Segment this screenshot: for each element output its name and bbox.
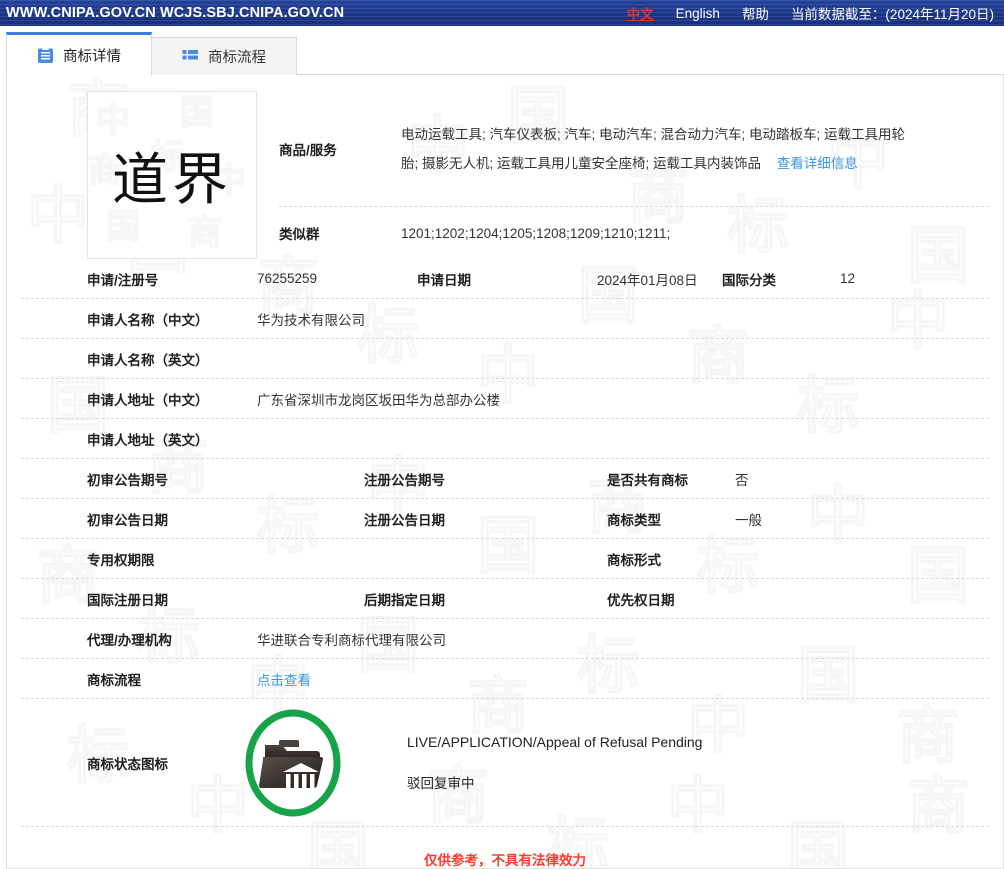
later-designation-date-label: 后期指定日期: [364, 592, 445, 608]
trademark-status-texts: LIVE/APPLICATION/Appeal of Refusal Pendi…: [407, 734, 702, 792]
applicant-address-en-label: 申请人地址（英文）: [87, 432, 209, 448]
international-reg-date-label: 国际注册日期: [87, 592, 168, 608]
row-registration-number: 申请/注册号 76255259 申请日期 2024年01月08日 国际分类 12: [21, 259, 989, 299]
trademark-detail-card: 商 标 中 国 中 国 商 标 中 国 商 标 中 国 商 标 中 国 商 标 …: [6, 75, 1004, 869]
goods-services-value: 电动运载工具; 汽车仪表板; 汽车; 电动汽车; 混合动力汽车; 电动踏板车; …: [401, 120, 989, 178]
trademark-process-label: 商标流程: [87, 672, 141, 688]
registration-date-label: 注册公告日期: [364, 512, 445, 528]
detail-fields-container: 中 国 商 标 中 国 商 道界 商品/服务 电动运载工具; 汽车仪表板; 汽车…: [7, 75, 1003, 868]
row-applicant-name-en: 申请人名称（英文）: [21, 339, 989, 379]
applicant-address-cn-value: 广东省深圳市龙岗区坂田华为总部办公楼: [257, 392, 500, 408]
agent-organization-value: 华进联合专利商标代理有限公司: [257, 632, 446, 648]
data-asof-text: 当前数据截至：(2024年11月20日): [790, 7, 994, 22]
language-chinese-link[interactable]: 中文: [627, 3, 654, 23]
trademark-status-label: 商标状态图标: [87, 756, 168, 772]
agent-organization-label: 代理/办理机构: [87, 632, 172, 648]
top-header-bar: WWW.CNIPA.GOV.CN WCJS.SBJ.CNIPA.GOV.CN 中…: [0, 0, 1004, 26]
registration-issue-label: 注册公告期号: [364, 472, 445, 488]
mark-type-label: 商标类型: [607, 512, 661, 528]
tab-trademark-details[interactable]: 商标详情: [6, 32, 152, 76]
tab-trademark-process-label: 商标流程: [208, 50, 266, 66]
applicant-name-cn-label: 申请人名称（中文）: [87, 312, 209, 328]
row-international-reg-date: 国际注册日期 后期指定日期 优先权日期: [21, 579, 989, 619]
list-blocks-icon: [182, 48, 199, 65]
applicant-name-cn-value: 华为技术有限公司: [257, 312, 365, 328]
site-domains-text: WWW.CNIPA.GOV.CN WCJS.SBJ.CNIPA.GOV.CN: [6, 5, 345, 21]
registration-number-label: 申请/注册号: [87, 272, 159, 288]
international-class-label: 国际分类: [722, 272, 776, 288]
applicant-address-cn-label: 申请人地址（中文）: [87, 392, 209, 408]
trademark-status-english: LIVE/APPLICATION/Appeal of Refusal Pendi…: [407, 733, 703, 750]
mark-form-label: 商标形式: [607, 552, 661, 568]
preliminary-issue-label: 初审公告期号: [87, 472, 168, 488]
row-applicant-name-cn: 申请人名称（中文） 华为技术有限公司: [21, 299, 989, 339]
trademark-image-text: 道界: [112, 147, 232, 213]
row-trademark-process: 商标流程 点击查看: [21, 659, 989, 699]
row-agent-organization: 代理/办理机构 华进联合专利商标代理有限公司: [21, 619, 989, 659]
goods-services-line-1: 电动运载工具; 汽车仪表板; 汽车; 电动汽车; 混合动力汽车; 电动踏板车; …: [401, 126, 906, 142]
help-link[interactable]: 帮助: [742, 3, 769, 23]
similar-group-row: 类似群 1201;1202;1204;1205;1208;1209;1210;1…: [279, 207, 989, 259]
legal-disclaimer: 仅供参考，不具有法律效力: [424, 853, 586, 868]
tab-strip: 商标详情 商标流程: [0, 26, 1004, 76]
exclusive-period-label: 专用权期限: [87, 552, 155, 568]
tab-trademark-process[interactable]: 商标流程: [151, 37, 297, 75]
similar-group-value: 1201;1202;1204;1205;1208;1209;1210;1211;: [401, 225, 671, 241]
goods-services-row: 商品/服务 电动运载工具; 汽车仪表板; 汽车; 电动汽车; 混合动力汽车; 电…: [279, 91, 989, 207]
is-shared-mark-label: 是否共有商标: [607, 472, 688, 488]
row-preliminary-issue: 初审公告期号 注册公告期号 是否共有商标 否: [21, 459, 989, 499]
trademark-process-link[interactable]: 点击查看: [257, 669, 311, 689]
goods-and-group-column: 商品/服务 电动运载工具; 汽车仪表板; 汽车; 电动汽车; 混合动力汽车; 电…: [279, 91, 989, 259]
mark-type-value: 一般: [735, 512, 762, 528]
registration-number-value: 76255259: [257, 271, 318, 286]
clipboard-icon: [37, 46, 54, 64]
goods-services-line-2: 胎; 摄影无人机; 运载工具用儿童安全座椅; 运载工具内装饰品: [401, 155, 762, 171]
tab-trademark-details-label: 商标详情: [63, 48, 121, 65]
trademark-image: 中 国 商 标 中 国 商 道界: [87, 91, 257, 259]
top-header-right-group: 中文 English 帮助 当前数据截至：(2024年11月20日): [627, 0, 994, 26]
priority-date-label: 优先权日期: [607, 592, 675, 608]
row-trademark-status: 商标状态图标 LIVE/APPLICATION/Appeal of Refusa…: [21, 699, 989, 827]
row-exclusive-period: 专用权期限 商标形式: [21, 539, 989, 579]
trademark-status-chinese: 驳回复审中: [407, 775, 475, 791]
goods-services-line-2-wrap: 胎; 摄影无人机; 运载工具用儿童安全座椅; 运载工具内装饰品 查看详细信息: [401, 149, 989, 178]
view-detail-link[interactable]: 查看详细信息: [777, 156, 858, 171]
row-preliminary-date: 初审公告日期 注册公告日期 商标类型 一般: [21, 499, 989, 539]
is-shared-mark-value: 否: [735, 472, 749, 488]
folder-courthouse-status-icon: [239, 709, 347, 817]
mark-and-goods-block: 中 国 商 标 中 国 商 道界 商品/服务 电动运载工具; 汽车仪表板; 汽车…: [21, 75, 989, 259]
application-date-value: 2024年01月08日: [597, 272, 698, 288]
goods-services-label: 商品/服务: [279, 142, 337, 158]
applicant-name-en-label: 申请人名称（英文）: [87, 352, 209, 368]
row-applicant-address-en: 申请人地址（英文）: [21, 419, 989, 459]
similar-group-label: 类似群: [279, 227, 320, 242]
preliminary-date-label: 初审公告日期: [87, 512, 168, 528]
language-english-link[interactable]: English: [676, 6, 720, 21]
application-date-label: 申请日期: [417, 272, 471, 288]
row-applicant-address-cn: 申请人地址（中文） 广东省深圳市龙岗区坂田华为总部办公楼: [21, 379, 989, 419]
international-class-value: 12: [840, 271, 856, 286]
